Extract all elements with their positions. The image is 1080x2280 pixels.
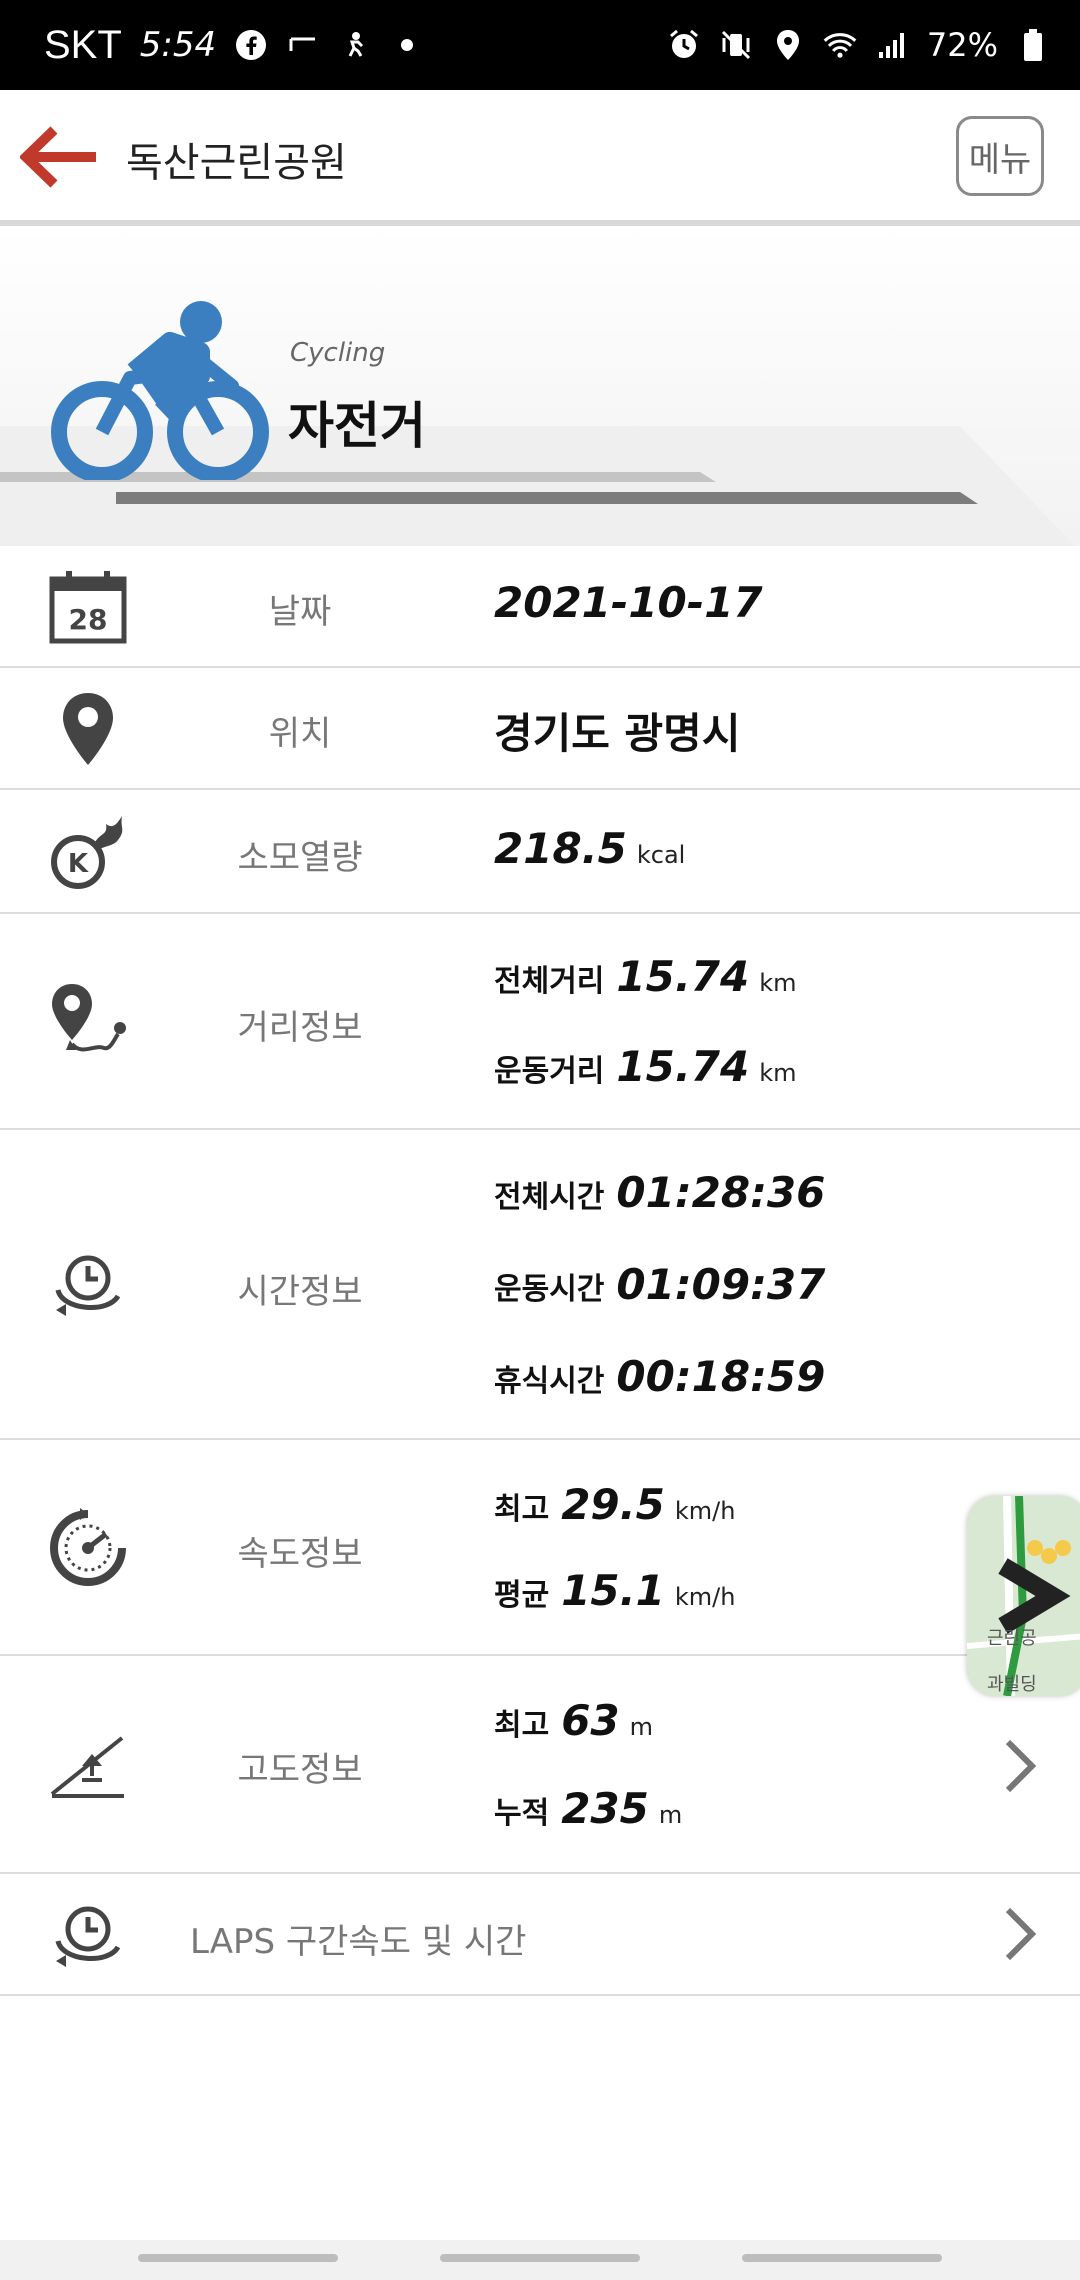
- max-speed-value: 29.5: [561, 1480, 665, 1529]
- cumulative-altitude-label: 누적: [494, 1796, 550, 1831]
- altitude-label: 고도정보: [237, 1750, 363, 1790]
- location-label: 위치: [268, 714, 332, 754]
- map-preview-button[interactable]: 근린공 과빌딩: [967, 1496, 1080, 1696]
- max-speed-unit: km/h: [674, 1497, 736, 1525]
- avg-speed-label: 평균: [494, 1578, 550, 1613]
- max-altitude-label: 최고: [494, 1708, 550, 1743]
- clock-icon: [40, 1236, 136, 1332]
- map-label-building: 과빌딩: [987, 1674, 1037, 1695]
- max-speed-label: 최고: [494, 1492, 550, 1527]
- date-value: 2021-10-17: [494, 578, 763, 627]
- chevron-right-icon: [1005, 1907, 1037, 1961]
- calories-unit: kcal: [636, 841, 686, 869]
- cumulative-altitude-value: 235: [561, 1784, 649, 1833]
- total-time-value: 01:28:36: [616, 1168, 826, 1217]
- distance-label: 거리정보: [237, 1008, 363, 1048]
- activity-header: Cycling 자전거: [0, 226, 1080, 546]
- total-distance-line: 전체거리 15.74 km: [494, 952, 797, 1001]
- distance-route-icon: [40, 974, 136, 1070]
- laps-clock-icon: [40, 1887, 136, 1983]
- calories-value: 218.5: [494, 824, 627, 873]
- altitude-row[interactable]: 고도정보 최고 63 m 누적 235 m: [0, 1656, 1080, 1874]
- battery-percent: 72%: [926, 26, 998, 64]
- max-altitude-line: 최고 63 m: [494, 1696, 653, 1745]
- total-distance-value: 15.74: [616, 952, 750, 1001]
- calendar-day: 28: [69, 603, 108, 636]
- map-thumbnail: [967, 1496, 1080, 1696]
- exercise-distance-line: 운동거리 15.74 km: [494, 1042, 797, 1091]
- facebook-icon: [234, 28, 268, 62]
- calories-icon: K: [40, 804, 136, 900]
- clock: 5:54: [139, 25, 217, 65]
- exercise-distance-label: 운동거리: [494, 1054, 605, 1089]
- svg-text:K: K: [68, 849, 89, 879]
- exercise-time-value: 01:09:37: [616, 1260, 826, 1309]
- calories-label: 소모열량: [237, 838, 363, 878]
- avg-speed-unit: km/h: [674, 1583, 736, 1611]
- wifi-icon: [823, 28, 857, 62]
- location-pin-icon: [40, 681, 136, 777]
- exercise-distance-value: 15.74: [616, 1042, 750, 1091]
- menu-button[interactable]: 메뉴: [956, 116, 1044, 196]
- avg-speed-value: 15.1: [561, 1566, 665, 1615]
- bicycle-icon: [51, 301, 269, 480]
- battery-icon: [1016, 28, 1050, 62]
- calories-row: K 소모열량 218.5 kcal: [0, 790, 1080, 914]
- location-row: 위치 경기도 광명시: [0, 668, 1080, 790]
- total-distance-label: 전체거리: [494, 964, 605, 999]
- carrier-label: SKT: [44, 22, 122, 67]
- max-speed-line: 최고 29.5 km/h: [494, 1480, 735, 1529]
- back-arrow-icon: [18, 126, 96, 188]
- activity-subtitle: Cycling: [290, 338, 386, 368]
- page-title: 독산근린공원: [126, 140, 347, 186]
- location-value: 경기도 광명시: [494, 709, 741, 758]
- speedometer-icon: [40, 1500, 136, 1596]
- map-label-park: 근린공: [987, 1628, 1037, 1649]
- total-time-label: 전체시간: [494, 1180, 605, 1215]
- nav-recent-button[interactable]: [138, 2254, 338, 2262]
- location-icon: [771, 28, 805, 62]
- max-altitude-unit: m: [629, 1713, 654, 1741]
- signal-icon: [875, 28, 909, 62]
- rest-time-line: 휴식시간 00:18:59: [494, 1352, 825, 1401]
- cumulative-altitude-line: 누적 235 m: [494, 1784, 682, 1833]
- total-time-line: 전체시간 01:28:36: [494, 1168, 825, 1217]
- altitude-slope-icon: [40, 1716, 136, 1812]
- speed-row: 속도정보 최고 29.5 km/h 평균 15.1 km/h: [0, 1440, 1080, 1656]
- laps-row[interactable]: LAPS 구간속도 및 시간: [0, 1874, 1080, 1996]
- back-button[interactable]: [18, 126, 104, 188]
- cumulative-altitude-unit: m: [658, 1801, 683, 1829]
- more-notifications-dot-icon: [390, 28, 424, 62]
- total-distance-unit: km: [759, 969, 797, 997]
- activity-title: 자전거: [288, 397, 426, 455]
- max-altitude-value: 63: [561, 1696, 620, 1745]
- calendar-icon: 28: [40, 559, 136, 655]
- distance-row: 거리정보 전체거리 15.74 km 운동거리 15.74 km: [0, 914, 1080, 1130]
- date-row: 28 날짜 2021-10-17: [0, 546, 1080, 668]
- status-bar: SKT 5:54 72%: [0, 0, 1080, 90]
- laps-label: LAPS 구간속도 및 시간: [190, 1922, 527, 1962]
- exercise-distance-unit: km: [759, 1059, 797, 1087]
- avg-speed-line: 평균 15.1 km/h: [494, 1566, 735, 1615]
- app-notification-icon: [286, 28, 320, 62]
- system-nav-bar: [0, 2240, 1080, 2280]
- rest-time-label: 휴식시간: [494, 1364, 605, 1399]
- alarm-icon: [667, 28, 701, 62]
- time-label: 시간정보: [237, 1272, 363, 1312]
- app-bar: 독산근린공원 메뉴: [0, 90, 1080, 226]
- exercise-time-label: 운동시간: [494, 1272, 605, 1307]
- running-notification-icon: [338, 28, 372, 62]
- date-label: 날짜: [268, 592, 332, 632]
- time-row: 시간정보 전체시간 01:28:36 운동시간 01:09:37 휴식시간 00:18…: [0, 1130, 1080, 1440]
- exercise-time-line: 운동시간 01:09:37: [494, 1260, 825, 1309]
- chevron-right-icon: [1005, 1739, 1037, 1793]
- nav-home-button[interactable]: [440, 2254, 640, 2262]
- nav-back-button[interactable]: [742, 2254, 942, 2262]
- rest-time-value: 00:18:59: [616, 1352, 826, 1401]
- speed-label: 속도정보: [237, 1534, 363, 1574]
- vibrate-mute-icon: [719, 28, 753, 62]
